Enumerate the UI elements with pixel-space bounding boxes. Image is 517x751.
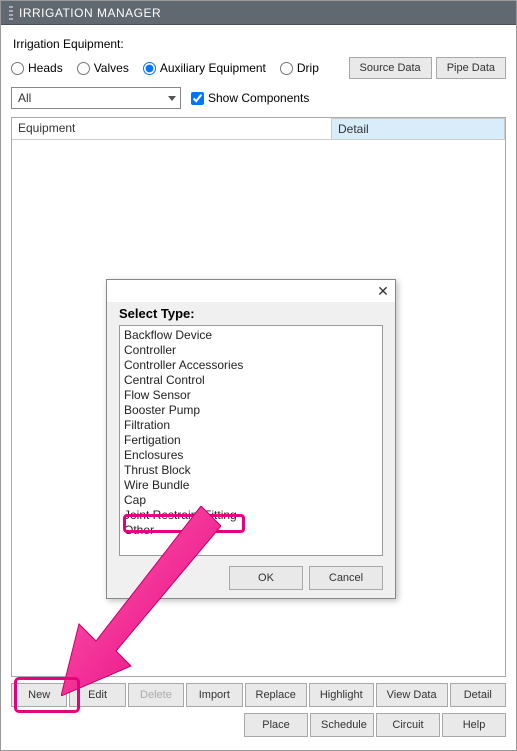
new-button[interactable]: New bbox=[11, 683, 67, 707]
select-type-label: Select Type: bbox=[119, 306, 383, 321]
radio-valves[interactable]: Valves bbox=[77, 61, 129, 75]
radio-drip-input[interactable] bbox=[280, 62, 293, 75]
window-title: IRRIGATION MANAGER bbox=[19, 1, 161, 25]
column-detail[interactable]: Detail bbox=[332, 118, 505, 140]
chevron-down-icon bbox=[168, 96, 176, 101]
radio-drip-label: Drip bbox=[297, 61, 319, 75]
list-item[interactable]: Backflow Device bbox=[124, 328, 378, 343]
list-item[interactable]: Controller bbox=[124, 343, 378, 358]
equipment-label: Irrigation Equipment: bbox=[13, 37, 506, 51]
radio-aux-label: Auxiliary Equipment bbox=[160, 61, 266, 75]
show-components-input[interactable] bbox=[191, 92, 204, 105]
select-type-dialog: ✕ Select Type: Backflow Device Controlle… bbox=[106, 279, 396, 599]
list-item[interactable]: Flow Sensor bbox=[124, 388, 378, 403]
replace-button[interactable]: Replace bbox=[245, 683, 307, 707]
filter-row: All Show Components bbox=[11, 87, 506, 109]
list-item[interactable]: Central Control bbox=[124, 373, 378, 388]
list-item[interactable]: Other bbox=[124, 523, 378, 538]
import-button[interactable]: Import bbox=[186, 683, 242, 707]
radio-drip[interactable]: Drip bbox=[280, 61, 319, 75]
category-combo-value: All bbox=[18, 91, 31, 105]
list-header: Equipment Detail bbox=[12, 118, 505, 140]
list-item[interactable]: Enclosures bbox=[124, 448, 378, 463]
edit-button[interactable]: Edit bbox=[69, 683, 125, 707]
ok-button[interactable]: OK bbox=[229, 566, 303, 590]
radio-heads-label: Heads bbox=[28, 61, 63, 75]
list-item[interactable]: Cap bbox=[124, 493, 378, 508]
cancel-button[interactable]: Cancel bbox=[309, 566, 383, 590]
titlebar: IRRIGATION MANAGER bbox=[1, 1, 516, 25]
show-components-label: Show Components bbox=[208, 91, 309, 105]
column-equipment[interactable]: Equipment bbox=[12, 118, 332, 140]
place-button[interactable]: Place bbox=[244, 713, 308, 737]
radio-aux[interactable]: Auxiliary Equipment bbox=[143, 61, 266, 75]
help-button[interactable]: Help bbox=[442, 713, 506, 737]
dialog-button-row: OK Cancel bbox=[119, 566, 383, 590]
list-item[interactable]: Booster Pump bbox=[124, 403, 378, 418]
pipe-data-button[interactable]: Pipe Data bbox=[436, 57, 506, 79]
bottom-button-row: Place Schedule Circuit Help bbox=[11, 713, 506, 737]
highlight-button[interactable]: Highlight bbox=[309, 683, 374, 707]
radio-heads-input[interactable] bbox=[11, 62, 24, 75]
radio-valves-label: Valves bbox=[94, 61, 129, 75]
show-components-checkbox[interactable]: Show Components bbox=[191, 91, 309, 105]
view-data-button[interactable]: View Data bbox=[376, 683, 448, 707]
close-icon[interactable]: ✕ bbox=[375, 283, 391, 299]
type-listbox[interactable]: Backflow Device Controller Controller Ac… bbox=[119, 325, 383, 556]
circuit-button[interactable]: Circuit bbox=[376, 713, 440, 737]
equipment-type-row: Heads Valves Auxiliary Equipment Drip So… bbox=[11, 57, 506, 79]
detail-button[interactable]: Detail bbox=[450, 683, 506, 707]
list-item[interactable]: Wire Bundle bbox=[124, 478, 378, 493]
action-button-row: New Edit Delete Import Replace Highlight… bbox=[11, 683, 506, 707]
schedule-button[interactable]: Schedule bbox=[310, 713, 374, 737]
dialog-titlebar: ✕ bbox=[107, 280, 395, 302]
source-data-button[interactable]: Source Data bbox=[349, 57, 432, 79]
category-combo[interactable]: All bbox=[11, 87, 181, 109]
delete-button[interactable]: Delete bbox=[128, 683, 184, 707]
list-item[interactable]: Controller Accessories bbox=[124, 358, 378, 373]
radio-aux-input[interactable] bbox=[143, 62, 156, 75]
grip-icon bbox=[9, 6, 13, 20]
list-item[interactable]: Fertigation bbox=[124, 433, 378, 448]
list-item-joint-restraint[interactable]: Joint Restraint Fitting bbox=[124, 508, 378, 523]
radio-heads[interactable]: Heads bbox=[11, 61, 63, 75]
list-item[interactable]: Thrust Block bbox=[124, 463, 378, 478]
list-item[interactable]: Filtration bbox=[124, 418, 378, 433]
radio-valves-input[interactable] bbox=[77, 62, 90, 75]
irrigation-manager-window: IRRIGATION MANAGER Irrigation Equipment:… bbox=[0, 0, 517, 751]
